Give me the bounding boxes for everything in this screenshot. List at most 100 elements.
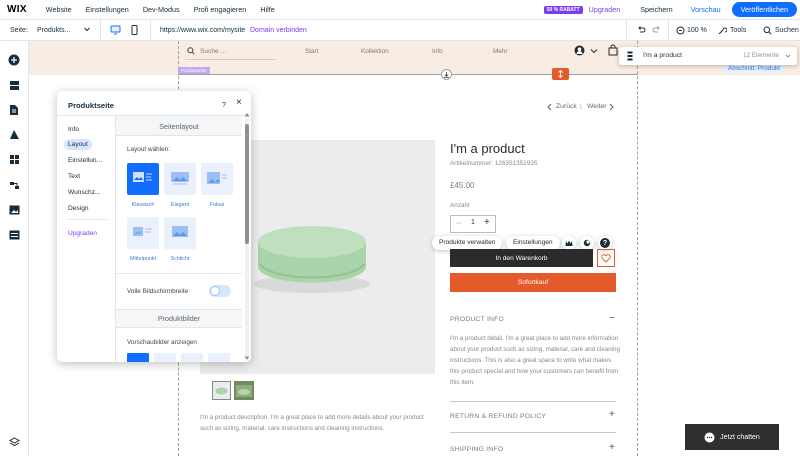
layout-center[interactable] bbox=[127, 217, 159, 249]
add-elements-icon[interactable] bbox=[7, 53, 21, 67]
zoom-level[interactable]: 100 % bbox=[687, 27, 707, 34]
page-strip-label: Produktseite bbox=[178, 67, 210, 74]
scrollbar-thumb[interactable] bbox=[245, 124, 249, 244]
chevron-down-icon[interactable] bbox=[590, 47, 598, 55]
quantity-minus[interactable]: − bbox=[456, 218, 461, 228]
layout-focus[interactable] bbox=[201, 163, 233, 195]
chat-button[interactable]: Jetzt chatten bbox=[685, 424, 779, 450]
upgrade-link[interactable]: Upgraden bbox=[589, 5, 621, 14]
settings-button[interactable]: Einstellungen bbox=[506, 236, 560, 250]
thumbs-option-4[interactable] bbox=[208, 353, 230, 362]
menu-help[interactable]: Hilfe bbox=[253, 5, 281, 14]
pages-icon[interactable] bbox=[7, 103, 21, 117]
mobile-view-icon[interactable] bbox=[131, 25, 138, 35]
prev-link[interactable]: Zurück bbox=[556, 103, 577, 110]
fullwidth-toggle[interactable] bbox=[209, 285, 231, 297]
wishlist-button[interactable] bbox=[597, 249, 615, 267]
divider bbox=[67, 219, 107, 220]
thumbnail-2[interactable] bbox=[234, 381, 254, 400]
undo-icon[interactable] bbox=[636, 25, 646, 35]
nav-collection[interactable]: Kollektion bbox=[361, 48, 389, 55]
save-button[interactable]: Speichern bbox=[640, 5, 672, 14]
redo-icon[interactable] bbox=[652, 25, 662, 35]
preview-button[interactable]: Vorschau bbox=[691, 5, 721, 14]
tab-design[interactable]: Design bbox=[64, 203, 93, 214]
layer-count: 12 Elemente bbox=[743, 52, 779, 59]
add-to-cart-button[interactable]: In den Warenkorb bbox=[450, 249, 593, 267]
layout-elegant-label: Elegant bbox=[170, 202, 190, 208]
account-icon[interactable] bbox=[574, 45, 585, 56]
business-apps-icon[interactable] bbox=[7, 178, 21, 192]
scroll-down-icon[interactable] bbox=[244, 356, 250, 361]
chevron-down-icon bbox=[785, 53, 791, 59]
nav-info[interactable]: Info bbox=[432, 48, 443, 55]
thumbs-option-1[interactable] bbox=[127, 353, 149, 362]
layout-elegant[interactable] bbox=[164, 163, 196, 195]
nav-more[interactable]: Mehr bbox=[493, 48, 508, 55]
media-icon[interactable] bbox=[7, 203, 21, 217]
tab-info[interactable]: Info bbox=[64, 124, 83, 135]
quantity-stepper[interactable]: − 1 + bbox=[450, 215, 496, 233]
cms-icon[interactable] bbox=[7, 228, 21, 242]
thumbs-option-2[interactable] bbox=[154, 353, 176, 362]
shipping-info-title[interactable]: SHIPPING INFO bbox=[450, 446, 503, 453]
menu-website[interactable]: Website bbox=[39, 5, 79, 14]
chevron-down-icon[interactable] bbox=[83, 25, 91, 33]
nav-start[interactable]: Start bbox=[305, 48, 319, 55]
tools-button[interactable]: Tools bbox=[730, 27, 746, 34]
product-description: I'm a product description. I'm a great p… bbox=[200, 414, 424, 432]
tab-wishlist[interactable]: Wunschz... bbox=[64, 187, 105, 198]
product-info-title[interactable]: PRODUCT INFO bbox=[450, 316, 504, 323]
tab-layout[interactable]: Layout bbox=[64, 139, 92, 150]
quantity-value[interactable]: 1 bbox=[471, 219, 475, 226]
connect-domain-link[interactable]: Domain verbinden bbox=[250, 27, 307, 34]
menu-hire-pro[interactable]: Profi engagieren bbox=[187, 5, 254, 14]
thumbs-option-3[interactable] bbox=[181, 353, 203, 362]
tab-upgrade[interactable]: Upgraden bbox=[64, 228, 101, 239]
design-icon[interactable] bbox=[7, 127, 21, 141]
buy-now-button[interactable]: Sofortkauf bbox=[450, 273, 616, 292]
search-button[interactable]: Suchen bbox=[775, 27, 799, 34]
chevron-right-icon[interactable] bbox=[608, 103, 615, 111]
tools-icon[interactable] bbox=[718, 26, 727, 35]
add-to-cart-label: In den Warenkorb bbox=[495, 254, 548, 262]
quantity-plus[interactable]: + bbox=[484, 217, 490, 228]
search-icon[interactable] bbox=[187, 47, 195, 55]
cart-icon[interactable] bbox=[608, 44, 618, 56]
layer-dropdown[interactable]: I'm a product 12 Elemente bbox=[619, 47, 797, 65]
scroll-up-icon[interactable] bbox=[244, 112, 250, 117]
desktop-view-icon[interactable] bbox=[110, 25, 121, 35]
menu-settings[interactable]: Einstellungen bbox=[79, 5, 136, 14]
expand-toggle[interactable]: + bbox=[609, 442, 615, 453]
stretch-handle-icon[interactable] bbox=[552, 68, 569, 80]
apps-icon[interactable] bbox=[7, 152, 21, 166]
site-search-input[interactable]: Suche ... bbox=[200, 48, 226, 55]
expand-toggle[interactable]: + bbox=[609, 409, 615, 420]
page-selector[interactable]: Produkts... bbox=[37, 27, 70, 34]
publish-button[interactable]: Veröffentlichen bbox=[731, 2, 797, 17]
site-url: https://www.wix.com/mysite bbox=[160, 27, 246, 34]
panel-help-button[interactable]: ? bbox=[222, 100, 226, 109]
layers-icon[interactable] bbox=[7, 435, 21, 449]
premium-crown-icon[interactable] bbox=[562, 236, 576, 250]
layout-center-label: Mittelpunkt bbox=[129, 256, 157, 262]
chevron-left-icon[interactable] bbox=[546, 103, 553, 111]
download-anchor-icon[interactable] bbox=[441, 69, 452, 80]
manage-products-button[interactable]: Produkte verwalten bbox=[432, 236, 503, 250]
menu-dev-mode[interactable]: Dev-Modus bbox=[136, 5, 187, 14]
zoom-icon[interactable] bbox=[676, 26, 685, 35]
thumbnail-1[interactable] bbox=[212, 381, 231, 400]
next-link[interactable]: Weiter bbox=[587, 103, 607, 110]
sections-icon[interactable] bbox=[7, 78, 21, 92]
help-icon[interactable]: ? bbox=[598, 236, 612, 250]
tab-text[interactable]: Text bbox=[64, 171, 84, 182]
collapse-toggle[interactable]: − bbox=[609, 313, 615, 324]
layout-classic[interactable] bbox=[127, 163, 159, 195]
return-policy-title[interactable]: RETURN & REFUND POLICY bbox=[450, 413, 546, 420]
panel-close-button[interactable]: × bbox=[236, 97, 242, 108]
tab-settings[interactable]: Einstellun... bbox=[64, 155, 106, 166]
search-icon[interactable] bbox=[763, 26, 772, 35]
layout-simple[interactable] bbox=[164, 217, 196, 249]
panel-scrollbar[interactable] bbox=[245, 118, 249, 358]
animation-icon[interactable] bbox=[580, 236, 594, 250]
